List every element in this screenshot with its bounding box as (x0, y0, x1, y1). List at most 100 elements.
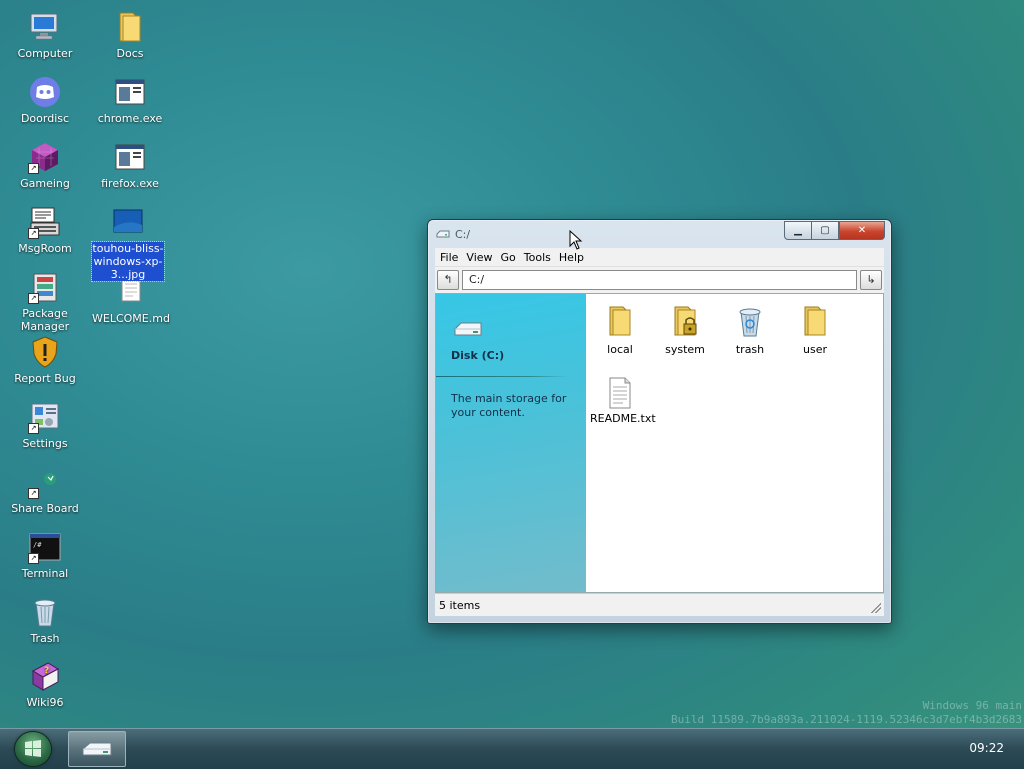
resize-grip-icon[interactable] (871, 603, 881, 613)
desktop-icon-label: Package Manager (20, 307, 70, 333)
svg-text:?: ? (44, 666, 49, 676)
svg-text:/#: /# (33, 541, 42, 549)
recycle-bin-icon (734, 304, 766, 338)
menu-file[interactable]: File (439, 251, 463, 264)
build-watermark-line1: Windows 96 main (922, 699, 1022, 712)
desktop-icon-label: Settings (22, 437, 68, 450)
file-name: user (803, 343, 827, 356)
file-list: local system trash user README.txt (586, 294, 883, 592)
desktop-icon-computer[interactable]: Computer (7, 10, 83, 60)
shortcut-arrow-icon: ↗ (28, 293, 39, 304)
desktop-icon-chrome-exe[interactable]: chrome.exe (92, 75, 168, 125)
desktop-icon-package-manager[interactable]: ↗ Package Manager (7, 270, 83, 333)
desktop-icon-gameing[interactable]: ↗ Gameing (7, 140, 83, 190)
menu-tools[interactable]: Tools (523, 251, 556, 264)
shortcut-arrow-icon: ↗ (28, 423, 39, 434)
discord-icon (28, 75, 62, 109)
desktop-icon-docs[interactable]: Docs (92, 10, 168, 60)
desktop-icon-doordisc[interactable]: Doordisc (7, 75, 83, 125)
desktop-icon-label: Share Board (11, 502, 79, 515)
close-button[interactable]: ✕ (839, 221, 885, 240)
file-explorer-window[interactable]: C:/ ▁ ▢ ✕ File View Go Tools Help ↰ C:/ … (427, 219, 892, 624)
desktop-icon-label: firefox.exe (101, 177, 159, 190)
shortcut-arrow-icon: ↗ (28, 228, 39, 239)
desktop-icon-terminal[interactable]: /# ↗ Terminal (7, 530, 83, 580)
up-folder-button[interactable]: ↰ (437, 270, 459, 290)
window-title: C:/ (455, 228, 471, 241)
disk-description: The main storage for your content. (451, 392, 567, 419)
executable-window-icon (113, 75, 147, 109)
terminal-icon: /# ↗ (28, 530, 62, 564)
go-button[interactable]: ↳ (860, 270, 882, 290)
text-file-icon (604, 376, 636, 410)
file-item-user[interactable]: user (785, 304, 845, 356)
desktop-icon-label: WELCOME.md (92, 312, 170, 325)
taskbar-clock[interactable]: 09:22 (969, 741, 1004, 755)
desktop-icon-label: Docs (116, 47, 144, 60)
explorer-content: Disk (C:) The main storage for your cont… (435, 293, 884, 593)
window-titlebar[interactable]: C:/ ▁ ▢ ✕ (428, 220, 891, 248)
menu-view[interactable]: View (465, 251, 497, 264)
image-file-icon (111, 205, 145, 239)
disk-drive-icon (436, 230, 450, 238)
desktop-icon-label: touhou-bliss-windows-xp-3...jpg (91, 241, 165, 282)
taskbar: 09:22 (0, 728, 1024, 769)
desktop-icon-label: Wiki96 (26, 696, 64, 709)
shortcut-arrow-icon: ↗ (28, 488, 39, 499)
minimize-button[interactable]: ▁ (784, 221, 811, 240)
desktop-icon-report-bug[interactable]: Report Bug (7, 335, 83, 385)
game-cube-icon: ↗ (28, 140, 62, 174)
desktop-icon-label: Terminal (21, 567, 69, 580)
status-bar: 5 items (435, 593, 884, 616)
disk-drive-icon (454, 322, 482, 336)
file-item-local[interactable]: local (590, 304, 650, 356)
settings-icon: ↗ (28, 400, 62, 434)
help-book-icon: ? (28, 659, 62, 693)
desktop-icon-trash[interactable]: Trash (7, 595, 83, 645)
menu-go[interactable]: Go (500, 251, 521, 264)
maximize-icon: ▢ (820, 225, 830, 236)
shortcut-arrow-icon: ↗ (28, 553, 39, 564)
start-button[interactable] (15, 732, 51, 766)
maximize-button[interactable]: ▢ (811, 221, 839, 240)
shortcut-arrow-icon: ↗ (28, 163, 39, 174)
menu-help[interactable]: Help (558, 251, 589, 264)
info-sidebar: Disk (C:) The main storage for your cont… (436, 294, 586, 592)
desktop-icon-msgroom[interactable]: ↗ MsgRoom (7, 205, 83, 255)
address-bar: ↰ C:/ ↳ (435, 266, 884, 293)
folder-icon (799, 304, 831, 338)
item-count: 5 items (439, 599, 481, 612)
file-name: README.txt (590, 412, 656, 425)
sidebar-divider (436, 376, 568, 377)
build-watermark-line2: Build 11589.7b9a893a.211024-1119.52346c3… (671, 713, 1022, 726)
recycle-bin-icon (28, 595, 62, 629)
desktop-icon-share-board[interactable]: ↗ Share Board (7, 465, 83, 515)
taskbar-item-file-explorer[interactable] (68, 731, 126, 767)
desktop-icon-wiki96[interactable]: ? Wiki96 (7, 659, 83, 709)
desktop-icon-settings[interactable]: ↗ Settings (7, 400, 83, 450)
folder-icon (604, 304, 636, 338)
menu-bar: File View Go Tools Help (435, 248, 884, 266)
computer-icon (28, 10, 62, 44)
desktop-icon-touhou-jpg[interactable]: touhou-bliss-windows-xp-3...jpg (91, 205, 165, 282)
desktop-icon-label: MsgRoom (18, 242, 72, 255)
desktop-icon-label: Report Bug (14, 372, 76, 385)
shield-warning-icon (28, 335, 62, 369)
file-item-readme[interactable]: README.txt (590, 376, 656, 425)
minimize-icon: ▁ (794, 225, 802, 236)
msgroom-icon: ↗ (28, 205, 62, 239)
mouse-cursor-icon (569, 230, 583, 250)
executable-window-icon (113, 140, 147, 174)
disk-name: Disk (C:) (451, 349, 505, 362)
share-board-icon: ↗ (28, 465, 62, 499)
disk-drive-icon (82, 742, 112, 756)
desktop-icon-label: Gameing (20, 177, 70, 190)
locked-folder-icon (669, 304, 701, 338)
file-item-system[interactable]: system (655, 304, 715, 356)
folder-icon (113, 10, 147, 44)
address-input[interactable]: C:/ (462, 270, 857, 290)
desktop-icon-firefox-exe[interactable]: firefox.exe (92, 140, 168, 190)
desktop-icon-label: Computer (17, 47, 73, 60)
file-name: trash (735, 343, 765, 356)
file-item-trash[interactable]: trash (720, 304, 780, 356)
